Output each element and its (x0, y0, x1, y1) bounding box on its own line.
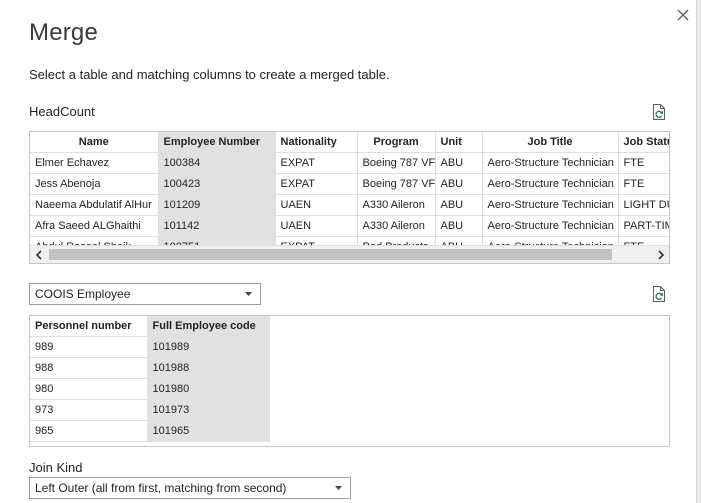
table-cell: Boeing 787 VF (357, 152, 436, 174)
first-table-grid: Name Employee Number Nationality Program… (30, 132, 669, 258)
table-cell: 973 (30, 399, 148, 421)
table-cell: 100384 (158, 152, 276, 174)
table-cell: EXPAT (275, 173, 358, 195)
join-kind-dropdown[interactable]: Left Outer (all from first, matching fro… (29, 477, 351, 499)
column-header[interactable]: Unit (435, 132, 483, 153)
table-cell: LIGHT DU (618, 194, 669, 216)
table-row: 973 101973 (30, 399, 270, 421)
table-cell: 965 (30, 420, 148, 442)
table-row: Naeema Abdulatif AlHur 101209 UAEN A330 … (30, 194, 669, 216)
table-cell: Aero-Structure Technician (482, 215, 619, 237)
second-table-selected: COOIS Employee (35, 287, 131, 301)
window-edge (696, 0, 701, 503)
table-cell: ABU (435, 173, 483, 195)
first-table-label: HeadCount (29, 104, 95, 119)
refresh-icon[interactable] (651, 103, 667, 121)
table-cell: Aero-Structure Technician (482, 152, 619, 174)
join-kind-label: Join Kind (29, 460, 83, 475)
scroll-left-icon[interactable] (30, 246, 47, 263)
table-cell: A330 Aileron (357, 194, 436, 216)
table-cell: ABU (435, 215, 483, 237)
header-row: Name Employee Number Nationality Program… (30, 132, 669, 153)
table-cell: 101980 (147, 378, 270, 400)
column-header[interactable]: Job Statu (618, 132, 669, 153)
column-header-selected[interactable]: Employee Number (158, 132, 276, 153)
table-cell: 101209 (158, 194, 276, 216)
table-cell: Elmer Echavez (30, 152, 159, 174)
table-cell: UAEN (275, 215, 358, 237)
table-row: 988 101988 (30, 357, 270, 379)
table-row: Jess Abenoja 100423 EXPAT Boeing 787 VF … (30, 173, 669, 195)
table-cell: 101973 (147, 399, 270, 421)
table-cell: FTE (618, 173, 669, 195)
table-cell: Naeema Abdulatif AlHur (30, 194, 159, 216)
table-cell: 101989 (147, 336, 270, 358)
table-cell: UAEN (275, 194, 358, 216)
column-header[interactable]: Program (357, 132, 436, 153)
table-cell: 101965 (147, 420, 270, 442)
column-header[interactable]: Name (30, 132, 159, 153)
table-cell: 101988 (147, 357, 270, 379)
table-cell: Aero-Structure Technician (482, 194, 619, 216)
table-row: 965 101965 (30, 420, 270, 442)
scroll-right-icon[interactable] (652, 246, 669, 263)
refresh-icon[interactable] (651, 285, 667, 303)
table-row: Elmer Echavez 100384 EXPAT Boeing 787 VF… (30, 152, 669, 174)
column-header[interactable]: Nationality (275, 132, 358, 153)
column-header[interactable]: Job Title (482, 132, 619, 153)
second-table-dropdown[interactable]: COOIS Employee (29, 283, 261, 305)
close-icon[interactable] (674, 6, 692, 24)
table-row: 980 101980 (30, 378, 270, 400)
second-table-grid: Personnel number Full Employee code 989 … (30, 316, 270, 442)
table-cell: PART-TIM (618, 215, 669, 237)
column-header[interactable]: Personnel number (30, 316, 148, 337)
table-row: 989 101989 (30, 336, 270, 358)
chevron-down-icon (245, 292, 252, 296)
table-row: Afra Saeed ALGhaithi 101142 UAEN A330 Ai… (30, 215, 669, 237)
table-cell: 101142 (158, 215, 276, 237)
table-cell: ABU (435, 152, 483, 174)
dialog-title: Merge (29, 19, 99, 46)
scrollbar-thumb[interactable] (49, 249, 612, 260)
table-cell: 988 (30, 357, 148, 379)
table-cell: A330 Aileron (357, 215, 436, 237)
horizontal-scrollbar[interactable] (30, 245, 669, 263)
table-cell: 980 (30, 378, 148, 400)
table-cell: 989 (30, 336, 148, 358)
join-kind-selected: Left Outer (all from first, matching fro… (35, 481, 287, 495)
second-table-preview: Personnel number Full Employee code 989 … (29, 315, 670, 447)
table-cell: ABU (435, 194, 483, 216)
column-header-selected[interactable]: Full Employee code (147, 316, 270, 337)
table-cell: Jess Abenoja (30, 173, 159, 195)
header-row: Personnel number Full Employee code (30, 316, 270, 337)
table-cell: Aero-Structure Technician (482, 173, 619, 195)
table-cell: Afra Saeed ALGhaithi (30, 215, 159, 237)
table-cell: FTE (618, 152, 669, 174)
table-cell: Boeing 787 VF (357, 173, 436, 195)
merge-dialog: Merge Select a table and matching column… (0, 0, 701, 503)
table-cell: 100423 (158, 173, 276, 195)
first-table-preview: Name Employee Number Nationality Program… (29, 131, 670, 264)
dialog-subtitle: Select a table and matching columns to c… (29, 67, 390, 82)
table-cell: EXPAT (275, 152, 358, 174)
chevron-down-icon (335, 486, 342, 490)
